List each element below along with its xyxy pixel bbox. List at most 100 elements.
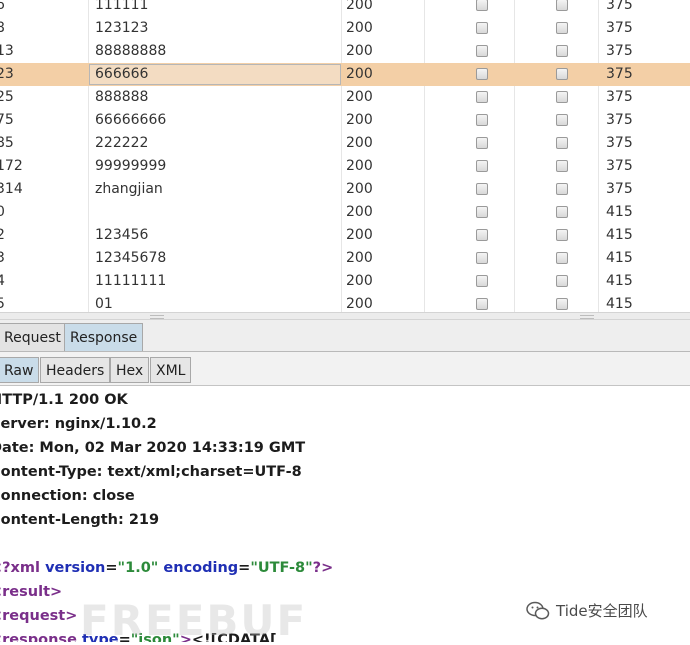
error-checkbox[interactable] xyxy=(476,275,488,287)
timeout-checkbox[interactable] xyxy=(556,252,568,264)
splitter-grip xyxy=(150,315,164,319)
table-row[interactable]: 85 222222 200 375 xyxy=(0,132,690,155)
error-checkbox[interactable] xyxy=(476,183,488,195)
response-header-line: Content-Length: 219 xyxy=(0,512,160,528)
table-row[interactable]: 172 99999999 200 375 xyxy=(0,155,690,178)
status-cell: 200 xyxy=(346,43,373,59)
table-row[interactable]: 6 111111 200 375 xyxy=(0,0,690,17)
timeout-checkbox[interactable] xyxy=(556,114,568,126)
length-cell: 415 xyxy=(606,204,633,220)
table-row[interactable]: 8 123123 200 375 xyxy=(0,17,690,40)
request-number-cell: 4 xyxy=(0,273,5,289)
payload-cell: 123456 xyxy=(95,227,149,243)
wechat-icon xyxy=(526,601,550,619)
timeout-checkbox[interactable] xyxy=(556,45,568,57)
table-row[interactable]: 0 200 415 xyxy=(0,201,690,224)
xml-request-tag: <request> xyxy=(0,608,78,624)
table-row[interactable]: 25 888888 200 375 xyxy=(0,86,690,109)
error-checkbox[interactable] xyxy=(476,137,488,149)
status-cell: 200 xyxy=(346,204,373,220)
error-checkbox[interactable] xyxy=(476,160,488,172)
response-header-line: HTTP/1.1 200 OK xyxy=(0,392,128,408)
timeout-checkbox[interactable] xyxy=(556,229,568,241)
error-checkbox[interactable] xyxy=(476,229,488,241)
tab-hex-label: Hex xyxy=(116,363,144,379)
table-row[interactable]: 314 zhangjian 200 375 xyxy=(0,178,690,201)
xml-decl-value: "1.0" xyxy=(117,560,159,576)
status-cell: 200 xyxy=(346,112,373,128)
status-cell: 200 xyxy=(346,273,373,289)
timeout-checkbox[interactable] xyxy=(556,206,568,218)
request-number-cell: 2 xyxy=(0,227,5,243)
pane-splitter[interactable] xyxy=(0,312,690,320)
timeout-checkbox[interactable] xyxy=(556,275,568,287)
payload-cell: 88888888 xyxy=(95,43,167,59)
error-checkbox[interactable] xyxy=(476,206,488,218)
length-cell: 375 xyxy=(606,112,633,128)
timeout-checkbox[interactable] xyxy=(556,137,568,149)
tab-headers[interactable]: Headers xyxy=(40,357,111,383)
tide-watermark: Tide安全团队 xyxy=(526,600,648,621)
request-number-cell: 8 xyxy=(0,20,5,36)
status-cell: 200 xyxy=(346,0,373,13)
payload-cell xyxy=(95,201,335,224)
tab-raw[interactable]: Raw xyxy=(0,357,40,383)
request-number-cell: 23 xyxy=(0,66,14,82)
table-row[interactable]: 3 12345678 200 415 xyxy=(0,247,690,270)
error-checkbox[interactable] xyxy=(476,91,488,103)
tab-xml-label: XML xyxy=(156,363,186,379)
length-cell: 375 xyxy=(606,89,633,105)
table-row[interactable]: 13 88888888 200 375 xyxy=(0,40,690,63)
payload-cell: 666666 xyxy=(95,66,149,82)
table-row[interactable]: 4 11111111 200 415 xyxy=(0,270,690,293)
length-cell: 375 xyxy=(606,20,633,36)
error-checkbox[interactable] xyxy=(476,68,488,80)
status-cell: 200 xyxy=(346,181,373,197)
length-cell: 375 xyxy=(606,135,633,151)
length-cell: 375 xyxy=(606,0,633,13)
request-number-cell: 13 xyxy=(0,43,14,59)
request-number-cell: 172 xyxy=(0,158,23,174)
request-number-cell: 6 xyxy=(0,0,5,13)
error-checkbox[interactable] xyxy=(476,22,488,34)
xml-decl-attr: version xyxy=(45,560,106,576)
timeout-checkbox[interactable] xyxy=(556,160,568,172)
table-row[interactable]: 23 666666 200 375 xyxy=(0,63,690,86)
request-number-cell: 75 xyxy=(0,112,14,128)
error-checkbox[interactable] xyxy=(476,45,488,57)
timeout-checkbox[interactable] xyxy=(556,68,568,80)
length-cell: 415 xyxy=(606,227,633,243)
timeout-checkbox[interactable] xyxy=(556,0,568,11)
status-cell: 200 xyxy=(346,158,373,174)
xml-decl-attr: encoding xyxy=(163,560,239,576)
tab-request[interactable]: Request xyxy=(0,323,67,351)
tab-hex[interactable]: Hex xyxy=(110,357,150,383)
table-row[interactable]: 2 123456 200 415 xyxy=(0,224,690,247)
timeout-checkbox[interactable] xyxy=(556,298,568,310)
tab-xml[interactable]: XML xyxy=(150,357,192,383)
request-number-cell: 25 xyxy=(0,89,14,105)
tab-response[interactable]: Response xyxy=(64,323,144,351)
status-cell: 200 xyxy=(346,66,373,82)
error-checkbox[interactable] xyxy=(476,298,488,310)
response-header-line: Content-Type: text/xml;charset=UTF-8 xyxy=(0,464,302,480)
payload-cell: 222222 xyxy=(95,135,149,151)
request-number-cell: 3 xyxy=(0,250,5,266)
error-checkbox[interactable] xyxy=(476,0,488,11)
error-checkbox[interactable] xyxy=(476,252,488,264)
tab-response-label: Response xyxy=(70,330,138,346)
xml-decl-close: ?> xyxy=(312,560,334,576)
payload-cell: 888888 xyxy=(95,89,149,105)
timeout-checkbox[interactable] xyxy=(556,22,568,34)
status-cell: 200 xyxy=(346,250,373,266)
status-cell: 200 xyxy=(346,89,373,105)
error-checkbox[interactable] xyxy=(476,114,488,126)
xml-result-tag: <result> xyxy=(0,584,63,600)
timeout-checkbox[interactable] xyxy=(556,91,568,103)
tab-headers-label: Headers xyxy=(46,363,105,379)
length-cell: 415 xyxy=(606,273,633,289)
length-cell: 415 xyxy=(606,250,633,266)
timeout-checkbox[interactable] xyxy=(556,183,568,195)
payload-cell: 66666666 xyxy=(95,112,167,128)
table-row[interactable]: 75 66666666 200 375 xyxy=(0,109,690,132)
